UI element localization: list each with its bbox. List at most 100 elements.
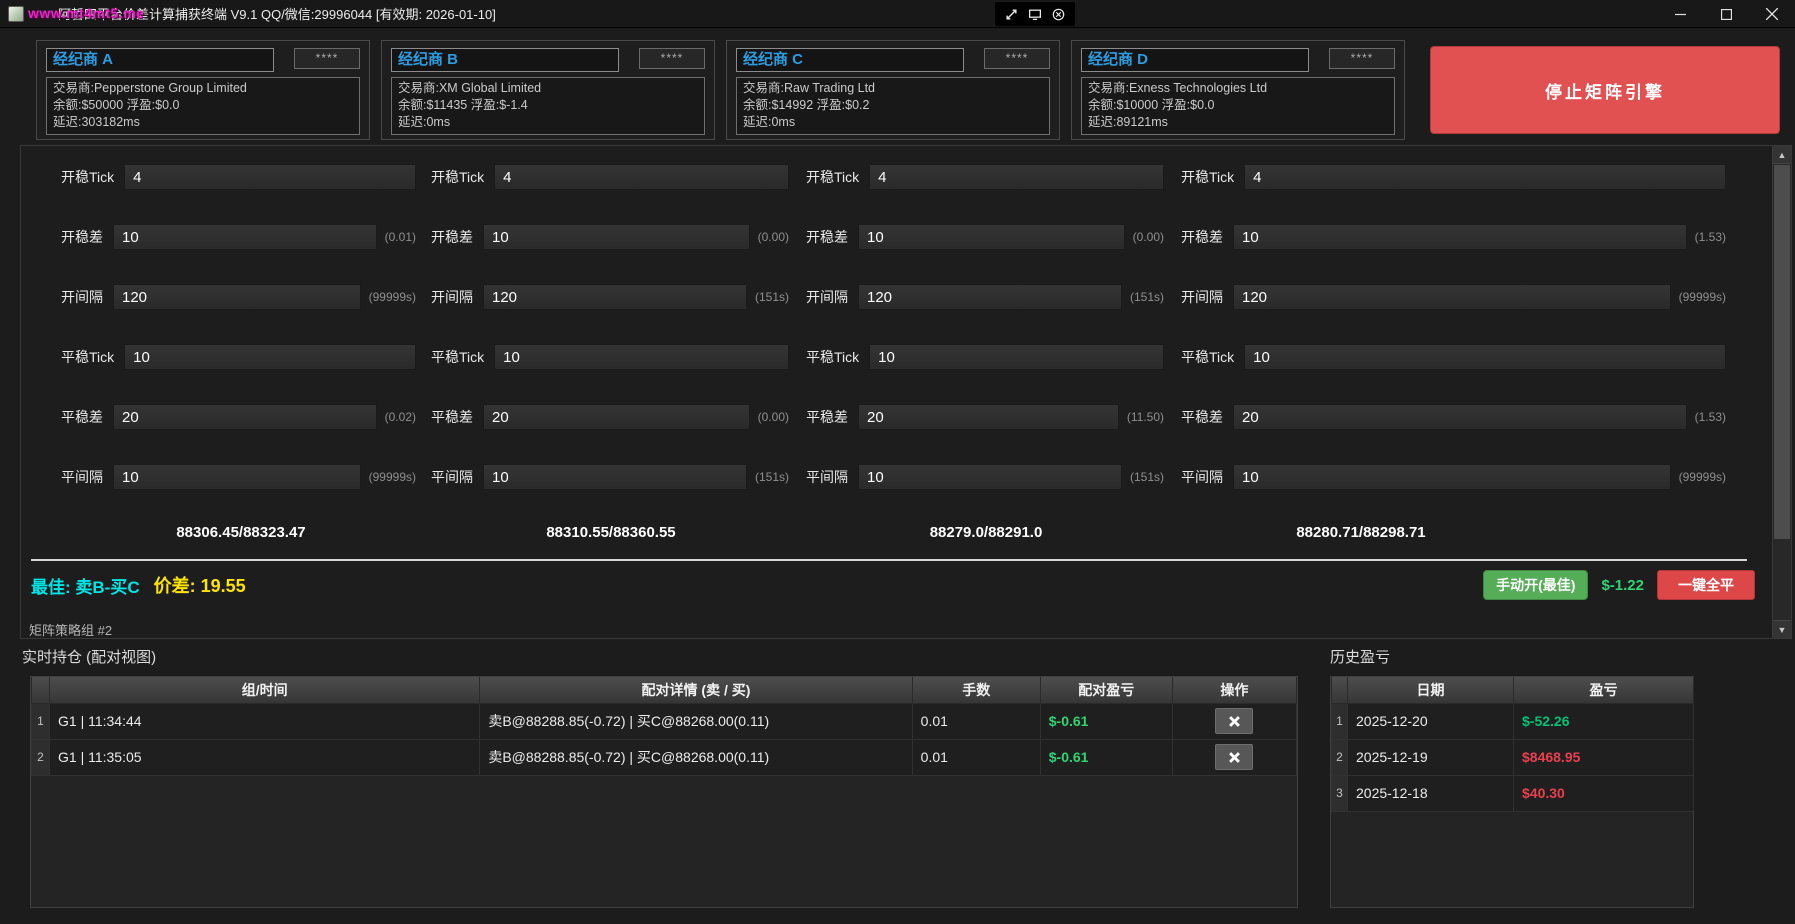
broker-name-field[interactable]: 经纪商 A [46, 48, 274, 72]
broker-name-field[interactable]: 经纪商 D [1081, 48, 1309, 72]
resize-icon[interactable] [1005, 8, 1018, 21]
param-input-close-interval-d[interactable] [1233, 464, 1671, 490]
history-row[interactable]: 12025-12-20$-52.26 [1332, 703, 1694, 739]
param-input-open-stable-tick-a[interactable] [124, 164, 416, 190]
history-column-header [1332, 677, 1348, 703]
param-input-open-interval-b[interactable] [483, 284, 747, 310]
position-row[interactable]: 2G1 | 11:35:05卖B@88288.85(-0.72) | 买C@88… [32, 739, 1297, 775]
param-suffix-label: (151s) [1130, 290, 1164, 304]
param-suffix-label: (151s) [1130, 470, 1164, 484]
positions-column-header [32, 677, 50, 703]
param-row: 平稳差(11.50) [806, 404, 1164, 430]
scroll-up-arrow[interactable]: ▲ [1773, 146, 1791, 164]
minimize-button[interactable] [1657, 0, 1703, 28]
param-input-close-stable-diff-c[interactable] [858, 404, 1119, 430]
param-input-open-interval-a[interactable] [113, 284, 361, 310]
param-input-open-stable-diff-c[interactable] [858, 224, 1125, 250]
param-label: 开稳差 [431, 227, 473, 247]
row-number-cell[interactable]: 1 [32, 703, 50, 739]
close-circle-icon[interactable] [1052, 8, 1065, 21]
param-input-close-interval-a[interactable] [113, 464, 361, 490]
broker-balance-line: 余额:$50000 浮盈:$0.0 [53, 97, 353, 114]
param-input-close-stable-diff-d[interactable] [1233, 404, 1687, 430]
broker-panel-header: 经纪商 B **** [391, 48, 705, 72]
param-input-close-stable-diff-a[interactable] [113, 404, 377, 430]
row-number-cell[interactable]: 2 [32, 739, 50, 775]
history-row[interactable]: 32025-12-18$40.30 [1332, 775, 1694, 811]
param-label: 平间隔 [431, 467, 473, 487]
broker-name-field[interactable]: 经纪商 B [391, 48, 619, 72]
close-all-button[interactable]: 一键全平 [1657, 570, 1755, 600]
param-input-open-stable-diff-d[interactable] [1233, 224, 1687, 250]
close-button[interactable] [1749, 0, 1795, 28]
param-suffix-label: (1.53) [1695, 410, 1726, 424]
scroll-down-arrow[interactable]: ▼ [1773, 620, 1791, 638]
broker-password-mask-button[interactable]: **** [294, 48, 360, 69]
param-input-close-stable-tick-a[interactable] [124, 344, 416, 370]
param-row: 平稳Tick [806, 344, 1164, 370]
param-label: 开间隔 [431, 287, 473, 307]
row-number-cell[interactable]: 1 [1332, 703, 1348, 739]
param-column-d: 开稳Tick开稳差(1.53)开间隔(99999s)平稳Tick平稳差(1.53… [1181, 164, 1726, 541]
param-suffix-label: (0.02) [385, 410, 416, 424]
param-column-b: 开稳Tick开稳差(0.00)开间隔(151s)平稳Tick平稳差(0.00)平… [431, 164, 789, 541]
param-suffix-label: (0.00) [1133, 230, 1164, 244]
param-input-open-interval-d[interactable] [1233, 284, 1671, 310]
broker-dealer-line: 交易商:XM Global Limited [398, 80, 698, 97]
param-suffix-label: (0.00) [758, 410, 789, 424]
pair-pnl-cell: $-0.61 [1040, 739, 1172, 775]
param-column-c: 开稳Tick开稳差(0.00)开间隔(151s)平稳Tick平稳差(11.50)… [806, 164, 1164, 541]
param-row: 开间隔(99999s) [61, 284, 416, 310]
param-row: 平间隔(151s) [431, 464, 789, 490]
watermark-text: www.mt4mt5.me [28, 5, 144, 21]
param-input-close-stable-diff-b[interactable] [483, 404, 750, 430]
param-input-close-stable-tick-c[interactable] [869, 344, 1164, 370]
param-row: 平稳Tick [431, 344, 789, 370]
vertical-scrollbar[interactable]: ▲ ▼ [1772, 146, 1791, 638]
positions-column-header: 组/时间 [50, 677, 480, 703]
broker-info-box: 交易商:Exness Technologies Ltd余额:$10000 浮盈:… [1081, 77, 1395, 135]
param-input-open-stable-tick-b[interactable] [494, 164, 789, 190]
param-label: 平稳Tick [806, 347, 859, 367]
param-input-close-interval-c[interactable] [858, 464, 1122, 490]
param-row: 开稳差(0.01) [61, 224, 416, 250]
broker-password-mask-button[interactable]: **** [1329, 48, 1395, 69]
param-input-open-interval-c[interactable] [858, 284, 1122, 310]
maximize-button[interactable] [1703, 0, 1749, 28]
broker-info-box: 交易商:Raw Trading Ltd余额:$14992 浮盈:$0.2延迟:0… [736, 77, 1050, 135]
history-row[interactable]: 22025-12-19$8468.95 [1332, 739, 1694, 775]
operation-cell [1172, 703, 1296, 739]
broker-info-box: 交易商:Pepperstone Group Limited余额:$50000 浮… [46, 77, 360, 135]
close-position-button[interactable] [1215, 708, 1253, 734]
price-quote-d: 88280.71/88298.71 [1181, 524, 1541, 541]
position-row[interactable]: 1G1 | 11:34:44卖B@88288.85(-0.72) | 买C@88… [32, 703, 1297, 739]
broker-panel-d: 经纪商 D **** 交易商:Exness Technologies Ltd余额:$… [1071, 40, 1405, 140]
positions-column-header: 配对详情 (卖 / 买) [480, 677, 912, 703]
row-number-cell[interactable]: 2 [1332, 739, 1348, 775]
param-label: 平稳差 [431, 407, 473, 427]
close-position-button[interactable] [1215, 744, 1253, 770]
screen-icon[interactable] [1028, 8, 1042, 21]
param-input-open-stable-diff-a[interactable] [113, 224, 377, 250]
param-input-close-stable-tick-b[interactable] [494, 344, 789, 370]
param-input-close-stable-tick-d[interactable] [1244, 344, 1726, 370]
scrollbar-thumb[interactable] [1774, 165, 1790, 539]
broker-dealer-line: 交易商:Raw Trading Ltd [743, 80, 1043, 97]
param-row: 开间隔(151s) [431, 284, 789, 310]
param-input-open-stable-tick-d[interactable] [1244, 164, 1726, 190]
row-number-cell[interactable]: 3 [1332, 775, 1348, 811]
broker-latency-line: 延迟:303182ms [53, 114, 353, 131]
stop-matrix-engine-button[interactable]: 停止矩阵引擎 [1430, 46, 1780, 134]
broker-password-mask-button[interactable]: **** [984, 48, 1050, 69]
param-input-open-stable-diff-b[interactable] [483, 224, 750, 250]
app-icon [8, 6, 24, 22]
param-suffix-label: (11.50) [1127, 410, 1164, 424]
broker-password-mask-button[interactable]: **** [639, 48, 705, 69]
param-input-open-stable-tick-c[interactable] [869, 164, 1164, 190]
manual-open-button[interactable]: 手动开(最佳) [1483, 570, 1588, 600]
param-suffix-label: (1.53) [1695, 230, 1726, 244]
broker-dealer-line: 交易商:Pepperstone Group Limited [53, 80, 353, 97]
broker-name-field[interactable]: 经纪商 C [736, 48, 964, 72]
param-input-close-interval-b[interactable] [483, 464, 747, 490]
param-row: 平间隔(151s) [806, 464, 1164, 490]
